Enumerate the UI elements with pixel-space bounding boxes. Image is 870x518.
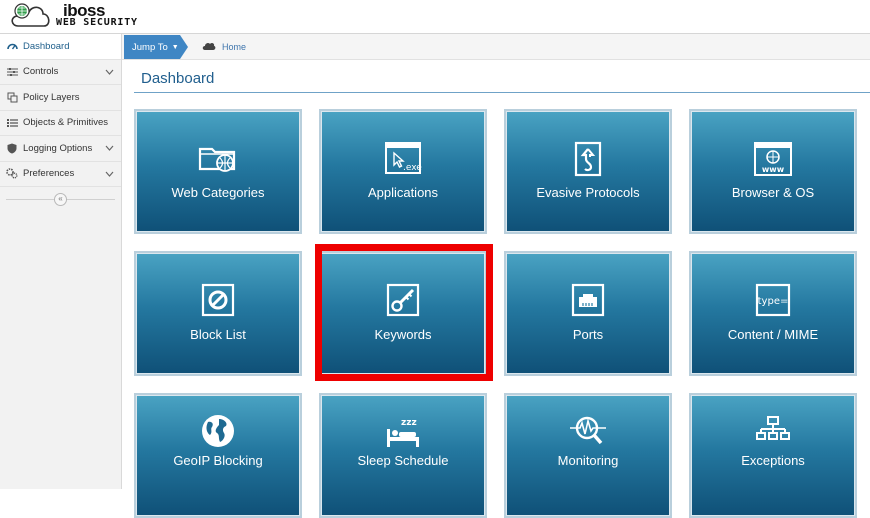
sliders-icon: [6, 66, 18, 78]
sidebar-item-label: Controls: [23, 66, 59, 78]
svg-text:zzz: zzz: [401, 418, 417, 428]
chevron-down-icon: [105, 143, 114, 154]
folder-globe-icon: [136, 141, 300, 173]
tile-browser-os[interactable]: www Browser & OS: [689, 109, 857, 234]
top-header: iboss WEB SECURITY: [0, 0, 870, 34]
tile-applications[interactable]: .exe Applications: [319, 109, 487, 234]
tile-label: Applications: [367, 185, 439, 200]
chevron-down-icon: [105, 67, 114, 78]
collapse-sidebar-button[interactable]: «: [54, 192, 67, 206]
type-mime-icon: type=: [691, 283, 855, 317]
sidebar-item-label: Objects & Primitives: [23, 117, 108, 129]
cloud-icon: [202, 41, 216, 52]
breadcrumb: Jump To ▼ Home: [122, 34, 870, 60]
cloud-logo-icon: [11, 3, 50, 27]
tile-label: Ports: [572, 327, 604, 342]
tile-keywords[interactable]: Keywords: [319, 251, 487, 376]
page-title: Dashboard: [141, 70, 215, 87]
sidebar-item-objects-primitives[interactable]: Objects & Primitives: [0, 111, 121, 136]
sidebar-item-logging-options[interactable]: Logging Options: [0, 136, 121, 162]
brand-subtitle: WEB SECURITY: [56, 17, 138, 28]
tile-sleep-schedule[interactable]: zzz Sleep Schedule: [319, 393, 487, 518]
tile-label: Monitoring: [557, 453, 619, 468]
sidebar-collapse-row: «: [0, 187, 121, 211]
svg-text:.exe: .exe: [403, 163, 422, 173]
tile-geoip-blocking[interactable]: GeoIP Blocking: [134, 393, 302, 518]
tile-label: Evasive Protocols: [536, 185, 640, 200]
tile-label: Content / MIME: [727, 327, 819, 342]
tile-label: Exceptions: [741, 453, 805, 468]
sidebar-item-dashboard[interactable]: Dashboard: [0, 34, 121, 60]
tile-label: Block List: [190, 327, 246, 342]
iboss-logo[interactable]: iboss WEB SECURITY: [8, 2, 158, 32]
tile-ports[interactable]: Ports: [504, 251, 672, 376]
sidebar-item-label: Logging Options: [23, 142, 93, 154]
sidebar-item-policy-layers[interactable]: Policy Layers: [0, 85, 121, 111]
jump-to-label: Jump To: [132, 41, 168, 53]
tile-content-mime[interactable]: type= Content / MIME: [689, 251, 857, 376]
sidebar-item-label: Policy Layers: [23, 91, 80, 103]
exe-window-icon: .exe: [321, 141, 485, 175]
chevron-down-icon: [105, 169, 114, 180]
caret-down-icon: ▼: [171, 43, 179, 51]
jump-to-button[interactable]: Jump To ▼: [124, 35, 188, 59]
tile-monitoring[interactable]: Monitoring: [504, 393, 672, 518]
tile-label: Browser & OS: [731, 185, 815, 200]
tile-label: GeoIP Blocking: [173, 453, 263, 468]
dashboard-icon: [6, 40, 18, 52]
shield-icon: [6, 142, 18, 154]
sidebar-item-label: Dashboard: [23, 40, 70, 52]
tile-block-list[interactable]: Block List: [134, 251, 302, 376]
list-icon: [6, 117, 18, 129]
www-window-icon: www: [691, 141, 855, 177]
tile-evasive-protocols[interactable]: Evasive Protocols: [504, 109, 672, 234]
globe-icon: [136, 413, 300, 449]
monitoring-pulse-icon: [506, 413, 670, 449]
title-divider: [134, 92, 870, 93]
key-icon: [321, 283, 485, 317]
evasive-arrow-icon: [506, 141, 670, 177]
breadcrumb-home[interactable]: Home: [202, 41, 246, 52]
sidebar: Dashboard Controls Policy Layers Objects…: [0, 34, 122, 489]
sidebar-item-preferences[interactable]: Preferences: [0, 162, 121, 187]
gears-icon: [6, 168, 18, 180]
tile-web-categories[interactable]: Web Categories: [134, 109, 302, 234]
ethernet-port-icon: [506, 283, 670, 317]
block-circle-icon: [136, 283, 300, 317]
tile-label: Keywords: [374, 327, 432, 342]
tile-exceptions[interactable]: Exceptions: [689, 393, 857, 518]
sleep-bed-icon: zzz: [321, 413, 485, 449]
tile-label: Sleep Schedule: [357, 453, 449, 468]
tile-label: Web Categories: [171, 185, 265, 200]
hierarchy-icon: [691, 413, 855, 449]
home-link[interactable]: Home: [222, 42, 246, 52]
sidebar-item-label: Preferences: [23, 168, 75, 180]
sidebar-item-controls[interactable]: Controls: [0, 60, 121, 85]
layers-icon: [6, 91, 18, 103]
svg-text:www: www: [762, 165, 785, 174]
svg-text:type=: type=: [758, 296, 789, 307]
